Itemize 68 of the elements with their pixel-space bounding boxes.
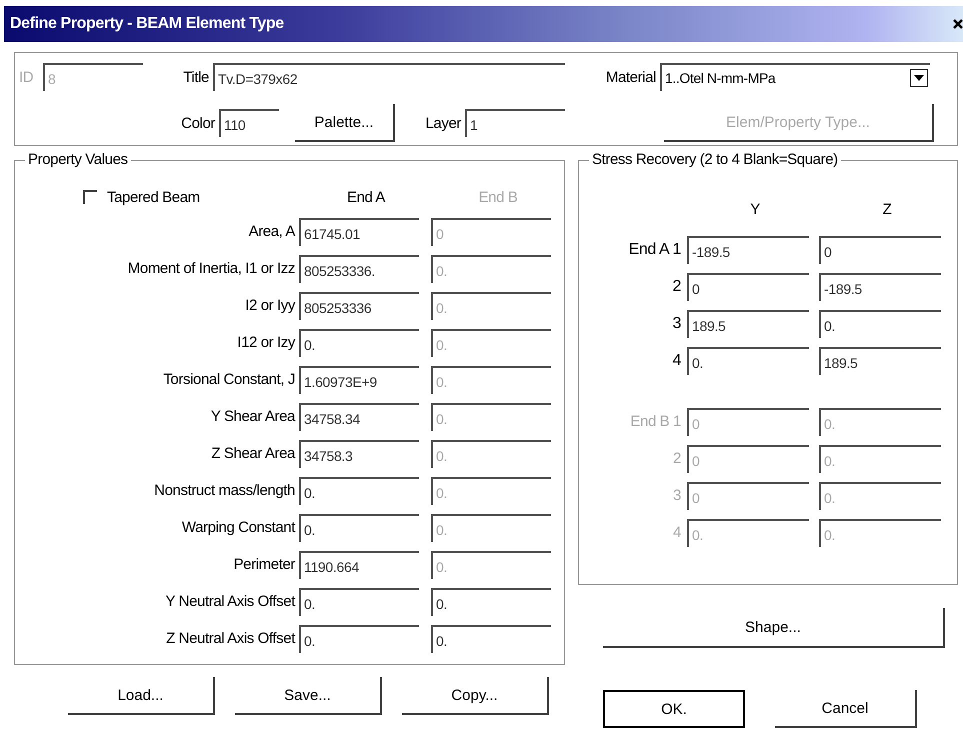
property-field[interactable]: 0. [299,476,419,504]
stress-point-field[interactable]: 0. [819,310,941,338]
property-field[interactable]: 0. [299,624,419,652]
property-field[interactable]: 0. [299,588,419,616]
title-field[interactable]: Tv.D=379x62 [213,63,565,91]
column-header: End B [478,188,518,206]
stress-point-field[interactable]: 0 [687,272,809,300]
property-label: Nonstruct mass/length [153,482,296,499]
property-field[interactable]: 1.60973E+9 [299,366,419,394]
color-field[interactable]: 110 [219,109,279,137]
property-field[interactable]: 61745.01 [299,218,419,246]
palette-button[interactable]: Palette... [295,104,395,142]
stress-point-field[interactable]: -189.5 [819,272,941,300]
property-label: Torsional Constant, J [162,371,296,388]
id-label: ID [19,68,34,86]
property-field[interactable]: 0. [299,328,419,356]
property-label: Y Neutral Axis Offset [164,593,296,610]
property-label: Z Shear Area [210,445,296,462]
stress-point-field[interactable]: 0. [687,346,809,374]
property-label: Moment of Inertia, I1 or Izz [126,260,296,277]
layer-label: Layer [424,114,462,132]
property-field[interactable]: 0. [431,588,551,616]
title-label: Title [182,68,210,86]
property-field[interactable]: 0. [431,624,551,652]
group-title: Stress Recovery (2 to 4 Blank=Square) [589,151,841,168]
column-header: Z [882,201,892,220]
property-field[interactable]: 34758.34 [299,402,419,430]
group-title: Property Values [25,151,131,168]
checkbox-label: Tapered Beam [107,188,200,206]
property-label: Y Shear Area [210,408,296,425]
property-field[interactable]: 805253336. [299,254,419,282]
close-icon[interactable] [953,17,963,31]
point-label: 3 [672,487,682,504]
color-label: Color [180,114,216,132]
point-label: 4 [672,524,682,541]
stress-point-field[interactable]: 0 [819,236,941,264]
property-label: Warping Constant [180,519,296,536]
material-dropdown[interactable]: 1..Otel N-mm-MPa [660,63,930,91]
property-field[interactable]: 1190.664 [299,550,419,578]
property-label: I2 or Iyy [244,297,296,314]
dialog-button[interactable]: Cancel [775,690,917,728]
dialog-button[interactable]: Copy... [402,677,549,715]
point-label: End B 1 [629,413,682,430]
property-label: Z Neutral Axis Offset [165,630,296,647]
property-field[interactable]: 805253336 [299,292,419,320]
property-field[interactable]: 0. [299,514,419,542]
dialog-button[interactable]: Load... [68,677,215,715]
property-label: Area, A [248,223,296,240]
point-label: 3 [672,314,682,332]
point-label: 4 [672,352,682,370]
property-field[interactable]: 34758.3 [299,440,419,468]
dialog-button[interactable]: OK. [603,690,745,728]
layer-field[interactable]: 1 [465,109,565,137]
checkbox[interactable] [83,190,97,204]
material-label: Material [604,68,657,86]
property-label: Perimeter [232,556,296,573]
point-label: End A 1 [628,240,682,258]
shape-button[interactable]: Shape... [603,608,945,648]
point-label: 2 [672,450,682,467]
point-label: 2 [672,278,682,296]
dialog-button[interactable]: Save... [235,677,382,715]
stress-point-field[interactable]: 189.5 [687,310,809,338]
property-label: I12 or Izy [236,334,296,351]
stress-point-field[interactable]: 189.5 [819,346,941,374]
column-header: Y [749,201,761,220]
window-title: Define Property - BEAM Element Type [9,15,284,33]
stress-point-field[interactable]: -189.5 [687,236,809,264]
column-header: End A [346,188,386,206]
